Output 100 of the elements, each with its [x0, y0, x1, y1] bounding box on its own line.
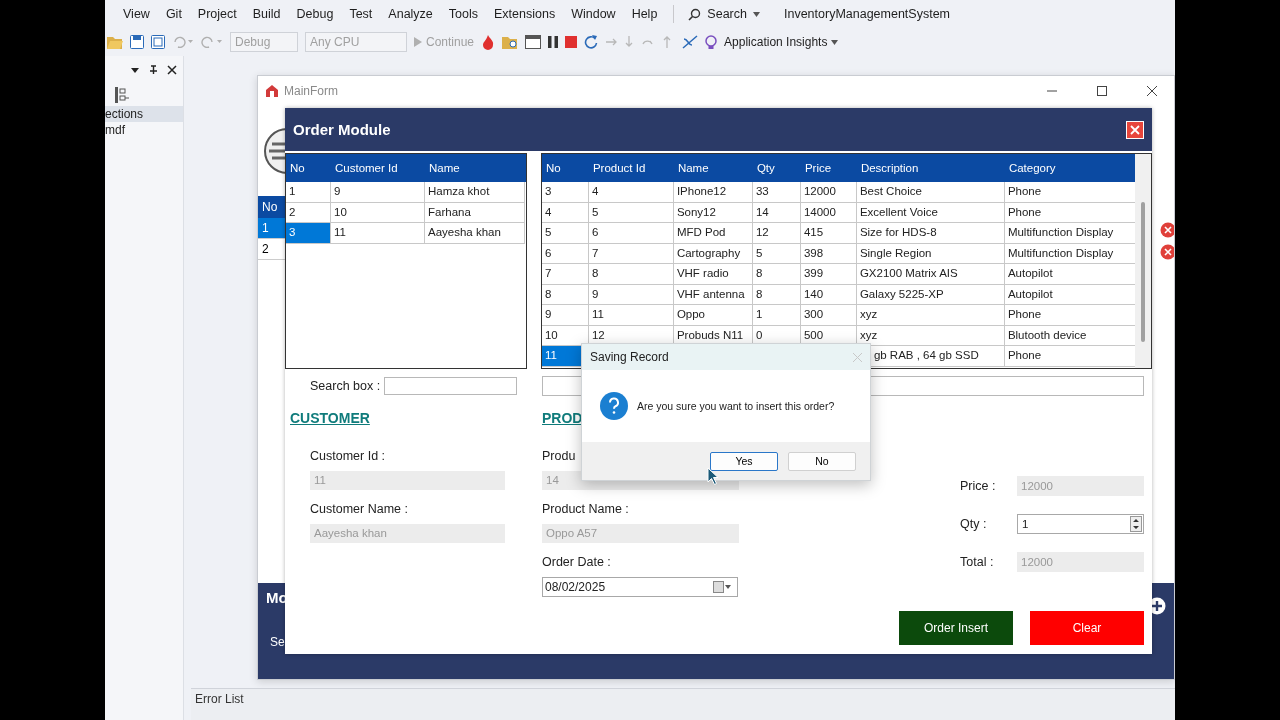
delete-icon[interactable] [1160, 244, 1174, 260]
menu-item[interactable]: Window [563, 7, 624, 21]
table-cell[interactable]: 4 [588, 182, 674, 203]
delete-icon[interactable] [1160, 222, 1174, 238]
table-cell[interactable]: Oppo [673, 305, 753, 326]
column-header[interactable]: Category [1004, 162, 1138, 174]
menu-item[interactable]: View [115, 7, 158, 21]
table-cell[interactable]: 10 [331, 202, 425, 223]
table-cell[interactable]: Hamza khot [425, 182, 525, 203]
table-cell[interactable]: 5 [541, 223, 589, 244]
table-cell[interactable]: 33 [752, 182, 801, 203]
table-cell[interactable]: 12 [752, 223, 801, 244]
column-header[interactable]: Price [800, 162, 857, 174]
column-header[interactable]: Name [425, 162, 525, 174]
table-cell[interactable]: xyz [856, 305, 1005, 326]
table-cell[interactable]: 7 [588, 243, 674, 264]
table-cell[interactable]: 1 [258, 218, 285, 239]
caret-icon[interactable] [752, 11, 760, 17]
menu-item[interactable]: Project [189, 7, 245, 21]
calendar-icon[interactable] [713, 581, 731, 593]
dialog-button[interactable]: No [788, 451, 856, 471]
pause-icon[interactable] [548, 36, 559, 48]
spinner-arrows-icon[interactable] [1130, 516, 1142, 532]
table-cell[interactable]: Best Choice [856, 182, 1005, 203]
home-icon[interactable] [266, 85, 278, 97]
lightbulb-icon[interactable] [705, 34, 718, 50]
menu-item[interactable]: Debug [288, 7, 342, 21]
table-cell[interactable]: 9 [588, 284, 674, 305]
table-cell[interactable]: Excellent Voice [856, 202, 1005, 223]
diagram-icon[interactable] [115, 87, 129, 103]
number-spinner[interactable]: 1 [1017, 514, 1144, 534]
search-icon[interactable] [688, 7, 702, 21]
column-header[interactable]: No [541, 162, 589, 174]
table-cell[interactable]: Size for HDS-8 [856, 223, 1005, 244]
date-picker[interactable]: 08/02/2025 [542, 577, 738, 597]
scrollbar[interactable] [1135, 154, 1151, 368]
restart-icon[interactable] [584, 35, 599, 49]
table-cell[interactable]: Sony12 [673, 202, 753, 223]
column-header[interactable]: No [258, 196, 285, 218]
search-field[interactable] [384, 377, 518, 395]
table-cell[interactable]: Farhana [425, 202, 525, 223]
clear-button[interactable]: Clear [1030, 611, 1144, 645]
search-button[interactable]: Search [707, 7, 747, 21]
table-cell[interactable]: 8 [541, 284, 589, 305]
table-cell[interactable]: 140 [800, 284, 857, 305]
table-cell[interactable]: Single Region [856, 243, 1005, 264]
table-cell[interactable]: 8 [752, 264, 801, 285]
menu-item[interactable]: Extensions [486, 7, 564, 21]
menu-item[interactable]: Analyze [380, 7, 441, 21]
table-cell[interactable]: 8 [752, 284, 801, 305]
table-cell[interactable]: 12000 [800, 182, 857, 203]
table-cell[interactable]: 3 [541, 182, 589, 203]
table-cell[interactable]: Aayesha khan [425, 223, 525, 244]
table-cell[interactable]: Galaxy 5225-XP [856, 284, 1005, 305]
application-insights-button[interactable]: Application Insights [724, 35, 839, 49]
caret-icon[interactable] [831, 39, 839, 45]
column-header[interactable]: Product Id [588, 162, 674, 174]
table-cell[interactable]: Cartography [673, 243, 753, 264]
menu-item[interactable]: Build [244, 7, 289, 21]
table-cell[interactable]: 9 [541, 305, 589, 326]
column-header[interactable]: Customer Id [331, 162, 425, 174]
panel-controls-icon[interactable] [131, 64, 177, 76]
table-cell[interactable]: 6 [541, 243, 589, 264]
table-cell[interactable]: 14 [752, 202, 801, 223]
tree-item[interactable]: ections [105, 106, 183, 122]
table-cell[interactable]: 11 [331, 223, 425, 244]
table-cell[interactable]: 9 [331, 182, 425, 203]
panel-tab[interactable]: Error List [191, 689, 248, 709]
table-cell[interactable]: 8 [588, 264, 674, 285]
table-cell[interactable]: 14000 [800, 202, 857, 223]
table-cell[interactable]: 5 [752, 243, 801, 264]
table-cell[interactable]: 7 [541, 264, 589, 285]
table-cell[interactable]: 399 [800, 264, 857, 285]
close-button[interactable] [1126, 120, 1144, 139]
column-header[interactable]: Name [673, 162, 753, 174]
save-icon[interactable] [130, 35, 144, 49]
menu-item[interactable]: Tools [440, 7, 486, 21]
column-header[interactable]: Qty [752, 162, 801, 174]
table-cell[interactable]: GX2100 Matrix AIS [856, 264, 1005, 285]
folder-search-icon[interactable] [502, 35, 519, 49]
menu-item[interactable]: Test [341, 7, 381, 21]
table-cell[interactable]: 11 [588, 305, 674, 326]
menu-item[interactable]: Help [623, 7, 666, 21]
table-cell[interactable]: 398 [800, 243, 857, 264]
menu-item[interactable]: Git [157, 7, 190, 21]
column-header[interactable]: Description [856, 162, 1005, 174]
column-header[interactable]: No [286, 162, 331, 174]
insert-button[interactable]: Order Insert [899, 611, 1013, 645]
table-cell[interactable]: 415 [800, 223, 857, 244]
stop-icon[interactable] [565, 36, 578, 48]
table-cell[interactable]: 1 [286, 182, 331, 203]
table-cell[interactable]: 300 [800, 305, 857, 326]
table-cell[interactable]: MFD Pod [673, 223, 753, 244]
table-cell[interactable]: 1 [752, 305, 801, 326]
table-cell[interactable]: 3 [286, 223, 331, 244]
maximize-icon[interactable] [1097, 86, 1107, 96]
tree-item[interactable]: mdf [105, 122, 183, 138]
table-cell[interactable]: 5 [588, 202, 674, 223]
dialog-button[interactable]: Yes [710, 451, 778, 471]
hot-reload-icon[interactable] [682, 35, 699, 49]
